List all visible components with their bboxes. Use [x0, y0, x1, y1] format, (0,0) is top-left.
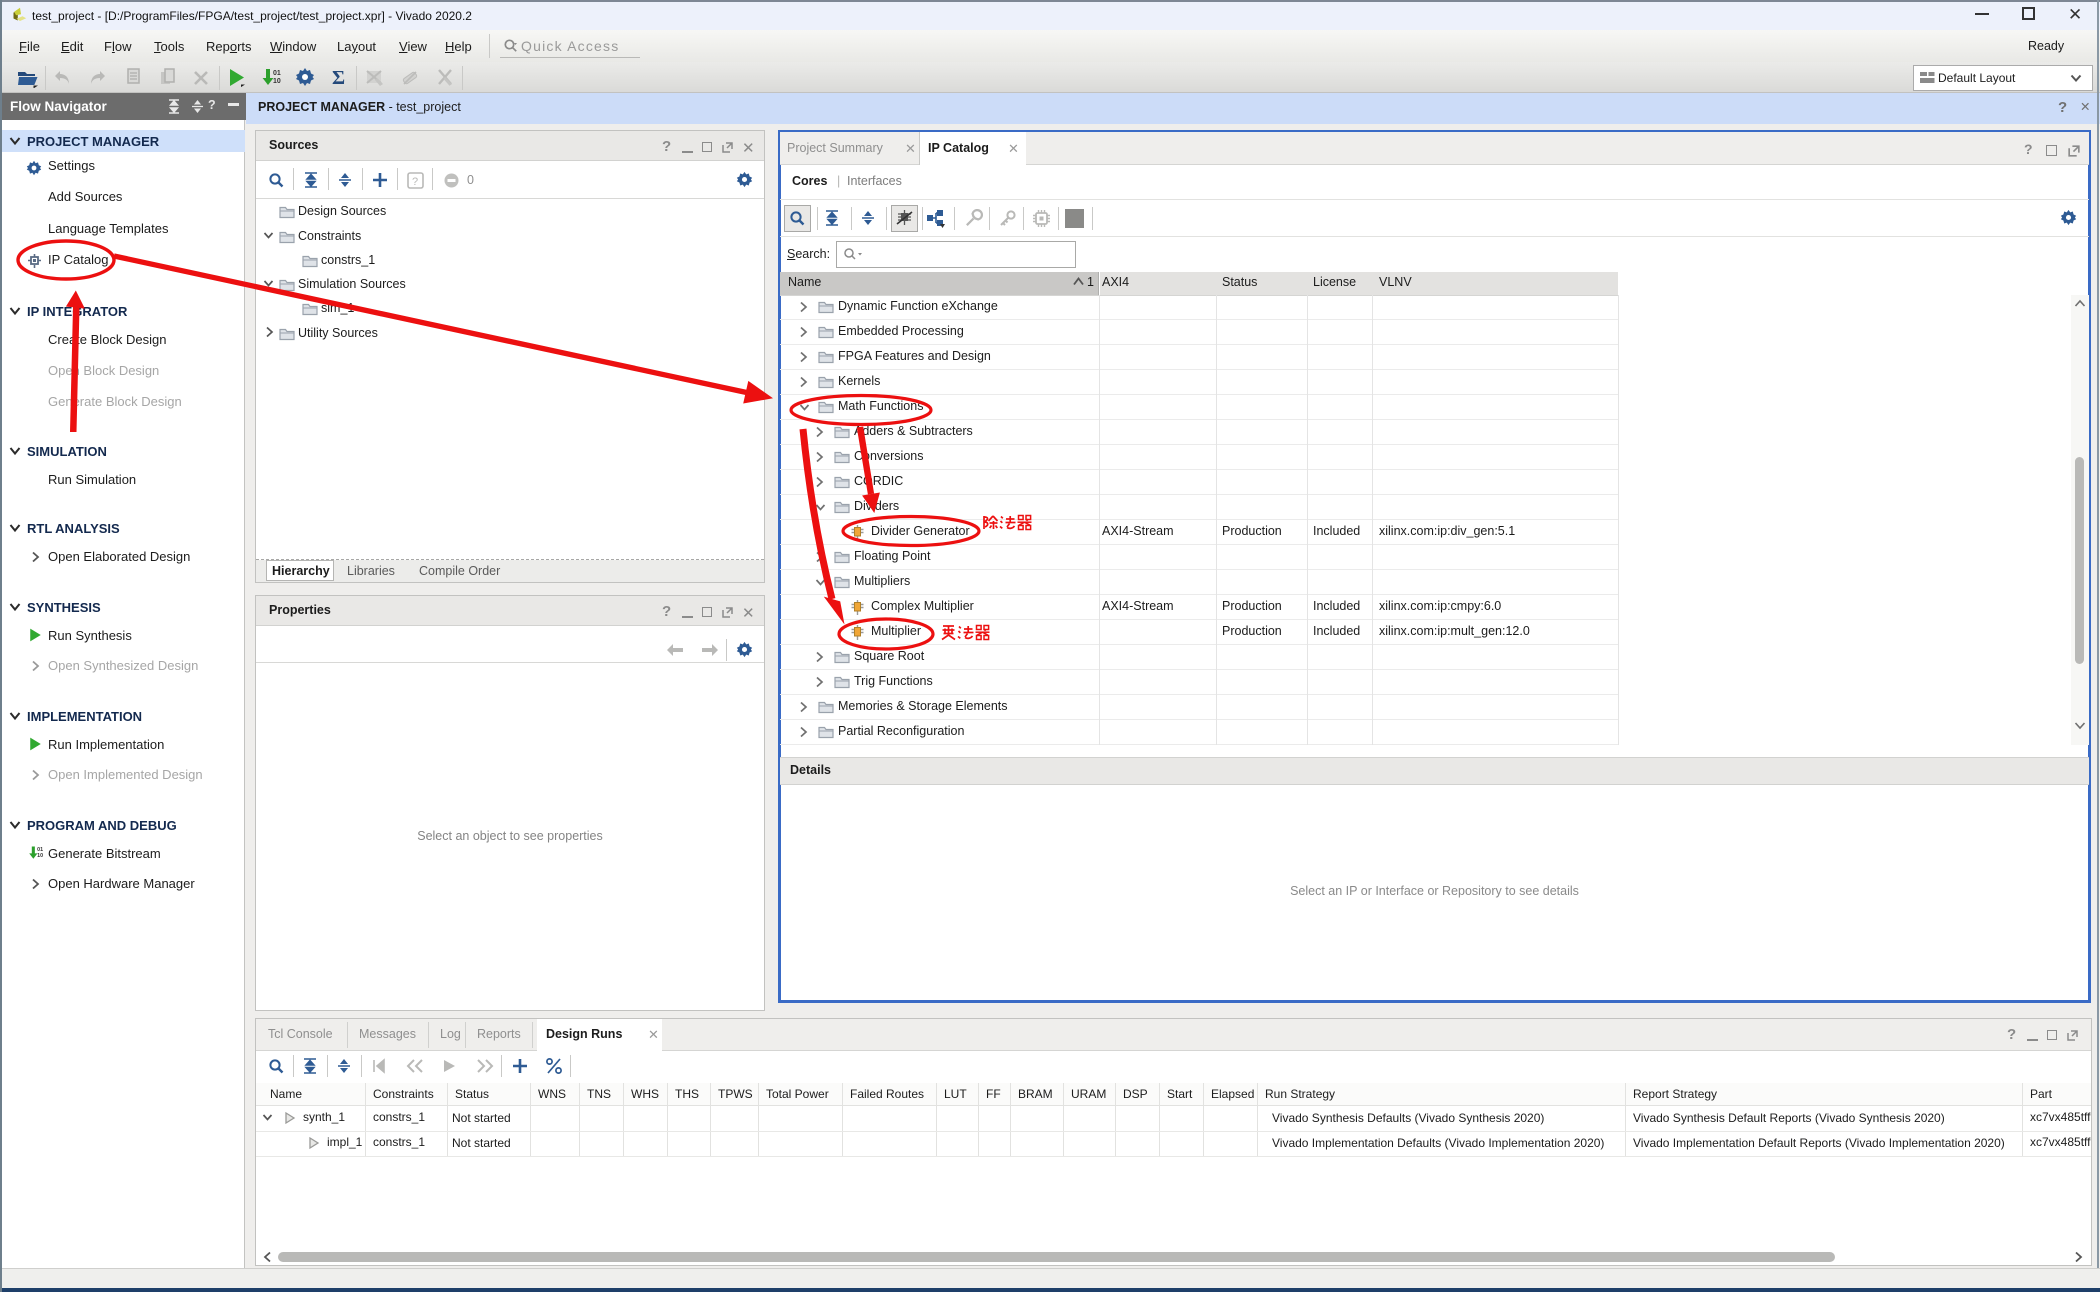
svg-text:01: 01: [273, 70, 281, 77]
svg-text:10: 10: [37, 853, 43, 859]
svg-text:?: ?: [412, 176, 418, 188]
svg-text:10: 10: [273, 78, 281, 85]
svg-text:01: 01: [37, 847, 43, 853]
svg-text:Σ: Σ: [332, 67, 345, 88]
